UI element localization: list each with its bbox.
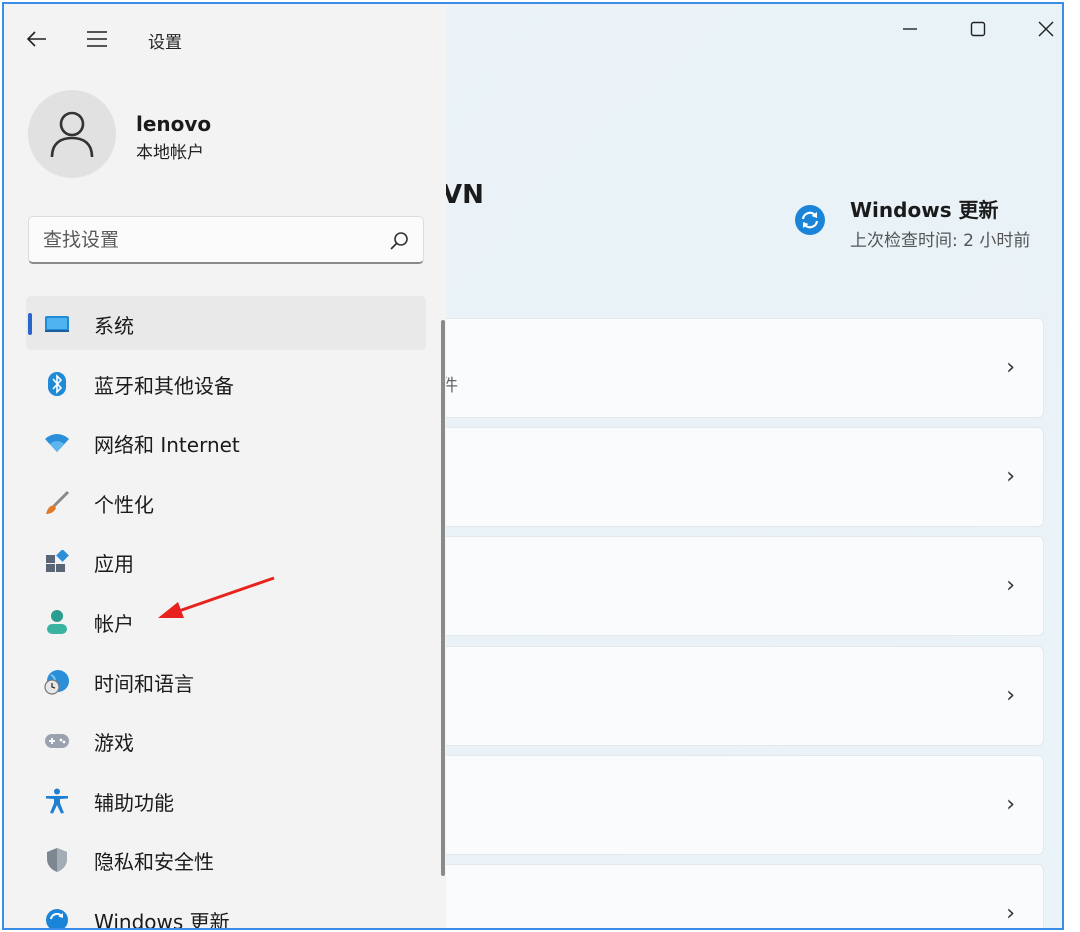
selection-indicator [28,313,32,335]
avatar[interactable] [28,90,116,178]
user-icon [50,111,94,158]
minimize-button[interactable] [890,14,930,44]
annotation-arrow-icon [158,576,275,618]
nav-item-label: 游戏 [94,731,134,756]
chevron-right-icon: › [1006,573,1015,598]
apps-icon [44,549,70,575]
chevron-right-icon: › [1006,355,1015,380]
nav-item-network[interactable]: 网络和 Internet [26,415,426,469]
nav-item-personalization[interactable]: 个性化 [26,475,426,529]
maximize-button[interactable] [958,14,998,44]
chevron-right-icon: › [1006,464,1015,489]
update-icon [44,907,70,928]
nav-item-privacy[interactable]: 隐私和安全性 [26,832,426,886]
nav-item-label: 蓝牙和其他设备 [94,373,234,398]
monitor-icon [44,311,70,337]
nav-item-system[interactable]: 系统 [26,296,426,350]
page-title: VN [442,180,484,210]
chevron-right-icon: › [1006,901,1015,926]
search-box [28,216,424,264]
maximize-icon [970,21,986,37]
chevron-right-icon: › [1006,792,1015,817]
nav-item-time-language[interactable]: 时间和语言 [26,654,426,708]
wifi-icon [44,430,70,456]
nav-item-label: Windows 更新 [94,909,230,930]
nav-item-accessibility[interactable]: 辅助功能 [26,773,426,827]
nav-item-windows-update[interactable]: Windows 更新 [26,892,426,930]
globe-clock-icon [44,669,70,695]
nav-item-label: 个性化 [94,492,154,517]
navigation-pane: 设置 lenovo 本地帐户 系统 [4,4,446,930]
search-input[interactable] [43,226,373,254]
settings-window: VN Windows 更新 上次检查时间: 2 小时前 件 › › › › › … [2,2,1064,930]
nav-item-label: 系统 [94,314,134,338]
account-type: 本地帐户 [136,143,204,163]
nav-item-gaming[interactable]: 游戏 [26,713,426,767]
update-last-checked: 上次检查时间: 2 小时前 [850,231,1031,251]
close-button[interactable] [1026,14,1062,44]
minimize-icon [903,28,917,30]
accessibility-icon [44,788,70,814]
update-title: Windows 更新 [850,198,999,222]
windows-update-status[interactable]: Windows 更新 上次检查时间: 2 小时前 [794,194,1054,254]
brush-icon [44,490,70,516]
nav-item-bluetooth[interactable]: 蓝牙和其他设备 [26,356,426,410]
back-arrow-icon[interactable] [24,26,50,52]
nav-item-label: 应用 [94,552,134,577]
app-title: 设置 [148,33,182,53]
nav-item-label: 隐私和安全性 [94,850,214,875]
update-icon [795,205,825,235]
bluetooth-icon [44,371,70,397]
nav-item-label: 辅助功能 [94,790,174,815]
close-icon [1038,21,1054,37]
nav-scrollbar[interactable] [441,320,445,876]
shield-icon [44,847,70,873]
nav-item-label: 网络和 Internet [94,433,240,458]
account-icon [44,609,70,635]
hamburger-menu-icon[interactable] [84,26,110,52]
gamepad-icon [44,728,70,754]
search-icon[interactable] [389,231,409,251]
nav-item-label: 时间和语言 [94,671,194,696]
chevron-right-icon: › [1006,683,1015,708]
nav-item-label: 帐户 [94,611,134,636]
user-name: lenovo [136,112,212,136]
